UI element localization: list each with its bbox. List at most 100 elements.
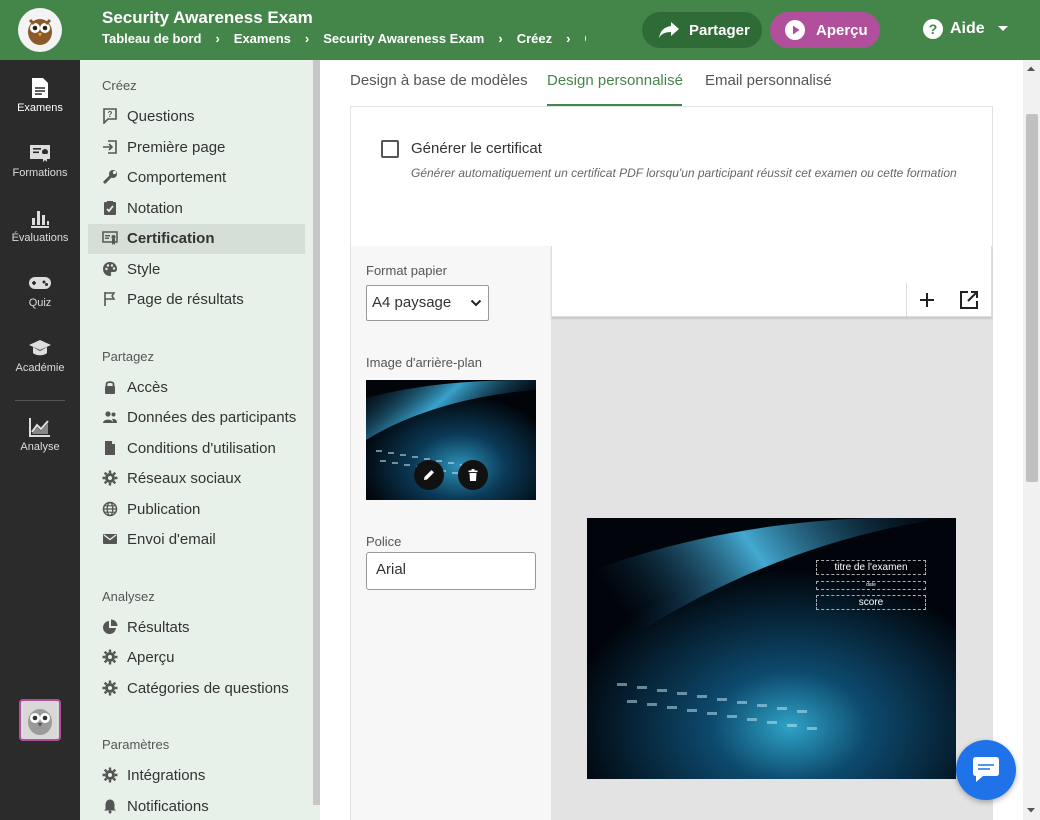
- add-icon[interactable]: [919, 292, 935, 308]
- gamepad-icon: [29, 277, 51, 289]
- certificate-field-exam-title[interactable]: titre de l'examen: [816, 560, 926, 575]
- sidebar-item-label: Questions: [127, 107, 195, 125]
- document-icon: [32, 78, 48, 98]
- font-label: Police: [366, 534, 402, 549]
- nav-assessments[interactable]: Évaluations: [0, 207, 80, 244]
- breadcrumb-create[interactable]: Créez: [517, 31, 552, 46]
- exam-title: Security Awareness Exam: [102, 8, 313, 27]
- edit-background-button[interactable]: [414, 460, 444, 490]
- sidebar-item-notifications[interactable]: Notifications: [102, 795, 209, 817]
- breadcrumb-exam[interactable]: Security Awareness Exam: [323, 31, 484, 46]
- tab-custom-email[interactable]: Email personnalisé: [705, 72, 832, 89]
- nav-quiz-label: Quiz: [28, 297, 52, 309]
- sidebar-item-behavior[interactable]: Comportement: [102, 166, 226, 188]
- sidebar-item-email[interactable]: Envoi d'email: [102, 528, 216, 550]
- paper-format-label: Format papier: [366, 263, 447, 278]
- help-icon: ?: [923, 19, 943, 39]
- nav-assessments-label: Évaluations: [11, 232, 69, 244]
- top-header: Security Awareness Exam Tableau de bord …: [0, 0, 1040, 60]
- svg-text:?: ?: [108, 110, 113, 119]
- sidebar-item-label: Aperçu: [127, 648, 175, 666]
- nav-divider: [15, 400, 65, 401]
- tab-custom-design[interactable]: Design personnalisé: [547, 72, 683, 89]
- palette-icon: [103, 262, 117, 276]
- nav-quiz[interactable]: Quiz: [0, 272, 80, 309]
- sidebar-item-label: Données des participants: [127, 408, 297, 426]
- nav-trainings[interactable]: Formations: [0, 142, 80, 179]
- gear-icon: [102, 649, 118, 665]
- sidebar-item-social[interactable]: Réseaux sociaux: [102, 467, 241, 489]
- bell-icon: [104, 799, 116, 814]
- generate-certificate-label[interactable]: Générer le certificat: [411, 140, 542, 157]
- sidebar-item-integrations[interactable]: Intégrations: [102, 764, 205, 786]
- nav-exams[interactable]: Examens: [0, 77, 80, 114]
- app-logo[interactable]: [0, 0, 80, 60]
- help-menu[interactable]: ? Aide: [922, 18, 1009, 40]
- sidebar-item-overview[interactable]: Aperçu: [102, 646, 175, 668]
- delete-background-button[interactable]: [458, 460, 488, 490]
- nav-academy-label: Académie: [15, 362, 65, 374]
- sidebar-item-style[interactable]: Style: [102, 258, 160, 280]
- line-chart-icon: [29, 418, 50, 437]
- chevron-right-icon: ›: [215, 31, 220, 46]
- certificate-icon: [30, 145, 50, 162]
- nav-analytics[interactable]: Analyse: [0, 416, 80, 453]
- chevron-right-icon: ›: [498, 31, 503, 46]
- design-options-panel: [351, 246, 551, 820]
- tab-template-design[interactable]: Design à base de modèles: [350, 72, 528, 89]
- section-title-create: Créez: [102, 78, 137, 93]
- certificate-field-date[interactable]: date: [816, 581, 926, 590]
- sidebar-item-label: Réseaux sociaux: [127, 469, 242, 487]
- graduation-cap-icon: [29, 340, 51, 356]
- section-title-settings: Paramètres: [102, 737, 170, 752]
- sidebar-item-grading[interactable]: Notation: [102, 197, 183, 219]
- certificate-preview[interactable]: titre de l'examen date score: [587, 518, 956, 779]
- nav-academy[interactable]: Académie: [0, 337, 80, 374]
- sidebar-item-participant-data[interactable]: Données des participants: [102, 406, 296, 428]
- breadcrumb-exams[interactable]: Examens: [234, 31, 291, 46]
- sidebar-item-terms[interactable]: Conditions d'utilisation: [102, 437, 276, 459]
- preview-button[interactable]: Aperçu: [770, 12, 880, 48]
- main-scrollbar-thumb[interactable]: [1026, 114, 1038, 482]
- sidebar-item-label: Publication: [127, 500, 201, 518]
- breadcrumb-current: C: [584, 31, 586, 46]
- sidebar-scrollbar[interactable]: [313, 60, 320, 805]
- sidebar-item-label: Certification: [127, 229, 215, 247]
- sidebar-item-label: Conditions d'utilisation: [127, 439, 276, 457]
- sidebar-item-publication[interactable]: Publication: [102, 498, 200, 520]
- certificate-field-score[interactable]: score: [816, 595, 926, 610]
- user-avatar[interactable]: [19, 699, 61, 741]
- sidebar-item-access[interactable]: Accès: [102, 376, 168, 398]
- sidebar-item-questions[interactable]: ? Questions: [102, 105, 195, 127]
- section-title-analyze: Analysez: [102, 589, 155, 604]
- sidebar-item-label: Première page: [127, 138, 226, 156]
- sidebar-item-label: Accès: [127, 378, 168, 396]
- sidebar-item-question-categories[interactable]: Catégories de questions: [102, 677, 289, 699]
- share-button[interactable]: Partager: [642, 12, 762, 48]
- font-field[interactable]: Arial: [366, 552, 536, 590]
- scroll-down-icon[interactable]: [1026, 806, 1036, 814]
- file-icon: [105, 441, 115, 455]
- gear-icon: [102, 680, 118, 696]
- sidebar-item-results[interactable]: Résultats: [102, 616, 190, 638]
- sidebar-item-first-page[interactable]: Première page: [102, 136, 225, 158]
- wrench-icon: [102, 170, 117, 185]
- envelope-icon: [103, 534, 117, 544]
- paper-format-select[interactable]: A4 paysage: [366, 285, 489, 321]
- sidebar-item-results-page[interactable]: Page de résultats: [102, 288, 244, 310]
- breadcrumb-dashboard[interactable]: Tableau de bord: [102, 31, 201, 46]
- generate-certificate-checkbox[interactable]: [381, 140, 399, 158]
- toolbar-divider: [906, 283, 907, 317]
- chat-button[interactable]: [956, 740, 1016, 800]
- nav-trainings-label: Formations: [12, 167, 68, 179]
- background-image-thumbnail: [366, 380, 536, 500]
- share-arrow-icon: [659, 22, 679, 38]
- sidebar-item-certification[interactable]: Certification: [102, 227, 215, 249]
- trash-icon: [468, 469, 478, 481]
- bar-chart-icon: [31, 211, 49, 228]
- background-image-label: Image d'arrière-plan: [366, 355, 482, 370]
- open-external-icon[interactable]: [959, 290, 979, 310]
- sidebar-item-label: Notifications: [127, 797, 209, 815]
- sidebar-item-label: Résultats: [127, 618, 190, 636]
- scroll-up-icon[interactable]: [1026, 65, 1036, 73]
